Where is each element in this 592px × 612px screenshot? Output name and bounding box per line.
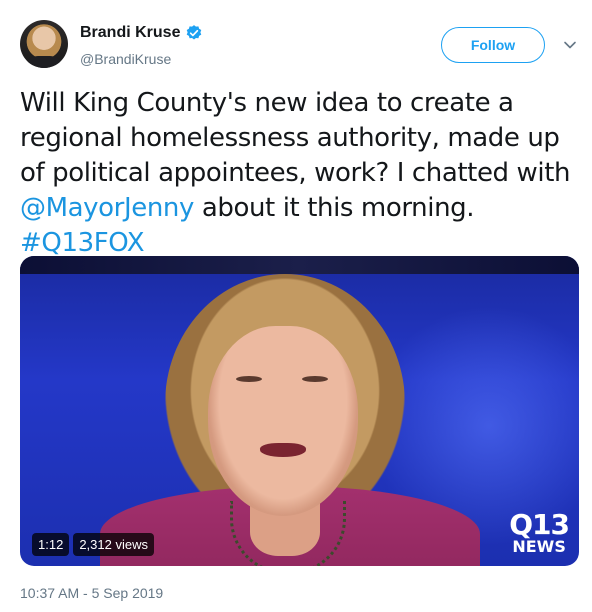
video-player[interactable]: Q13 NEWS 1:12 2,312 views [20,256,579,566]
video-badges: 1:12 2,312 views [32,533,154,556]
tweet-text-part: about it this morning. [193,193,475,223]
follow-button[interactable]: Follow [441,27,545,63]
channel-logo: Q13 NEWS [509,508,570,556]
logo-top: Q13 [509,508,570,541]
author-name[interactable]: Brandi Kruse [80,24,180,42]
timestamp[interactable]: 10:37 AM - 5 Sep 2019 [20,585,163,601]
avatar[interactable] [20,20,68,68]
duration-badge: 1:12 [32,533,70,556]
views-badge: 2,312 views [73,533,154,556]
author-name-row[interactable]: Brandi Kruse [80,24,203,42]
tweet-text-part: Will King County's new idea to create a … [20,88,571,188]
chevron-down-icon[interactable] [563,38,577,52]
verified-icon [187,25,202,40]
logo-bottom: NEWS [512,537,566,556]
hashtag-link[interactable]: #Q13FOX [20,228,145,258]
author-handle[interactable]: @BrandiKruse [80,51,171,67]
tweet-text: Will King County's new idea to create a … [20,86,575,261]
mention-link[interactable]: @MayorJenny [20,193,194,223]
tweet: Brandi Kruse @BrandiKruse Follow Will Ki… [0,0,592,612]
